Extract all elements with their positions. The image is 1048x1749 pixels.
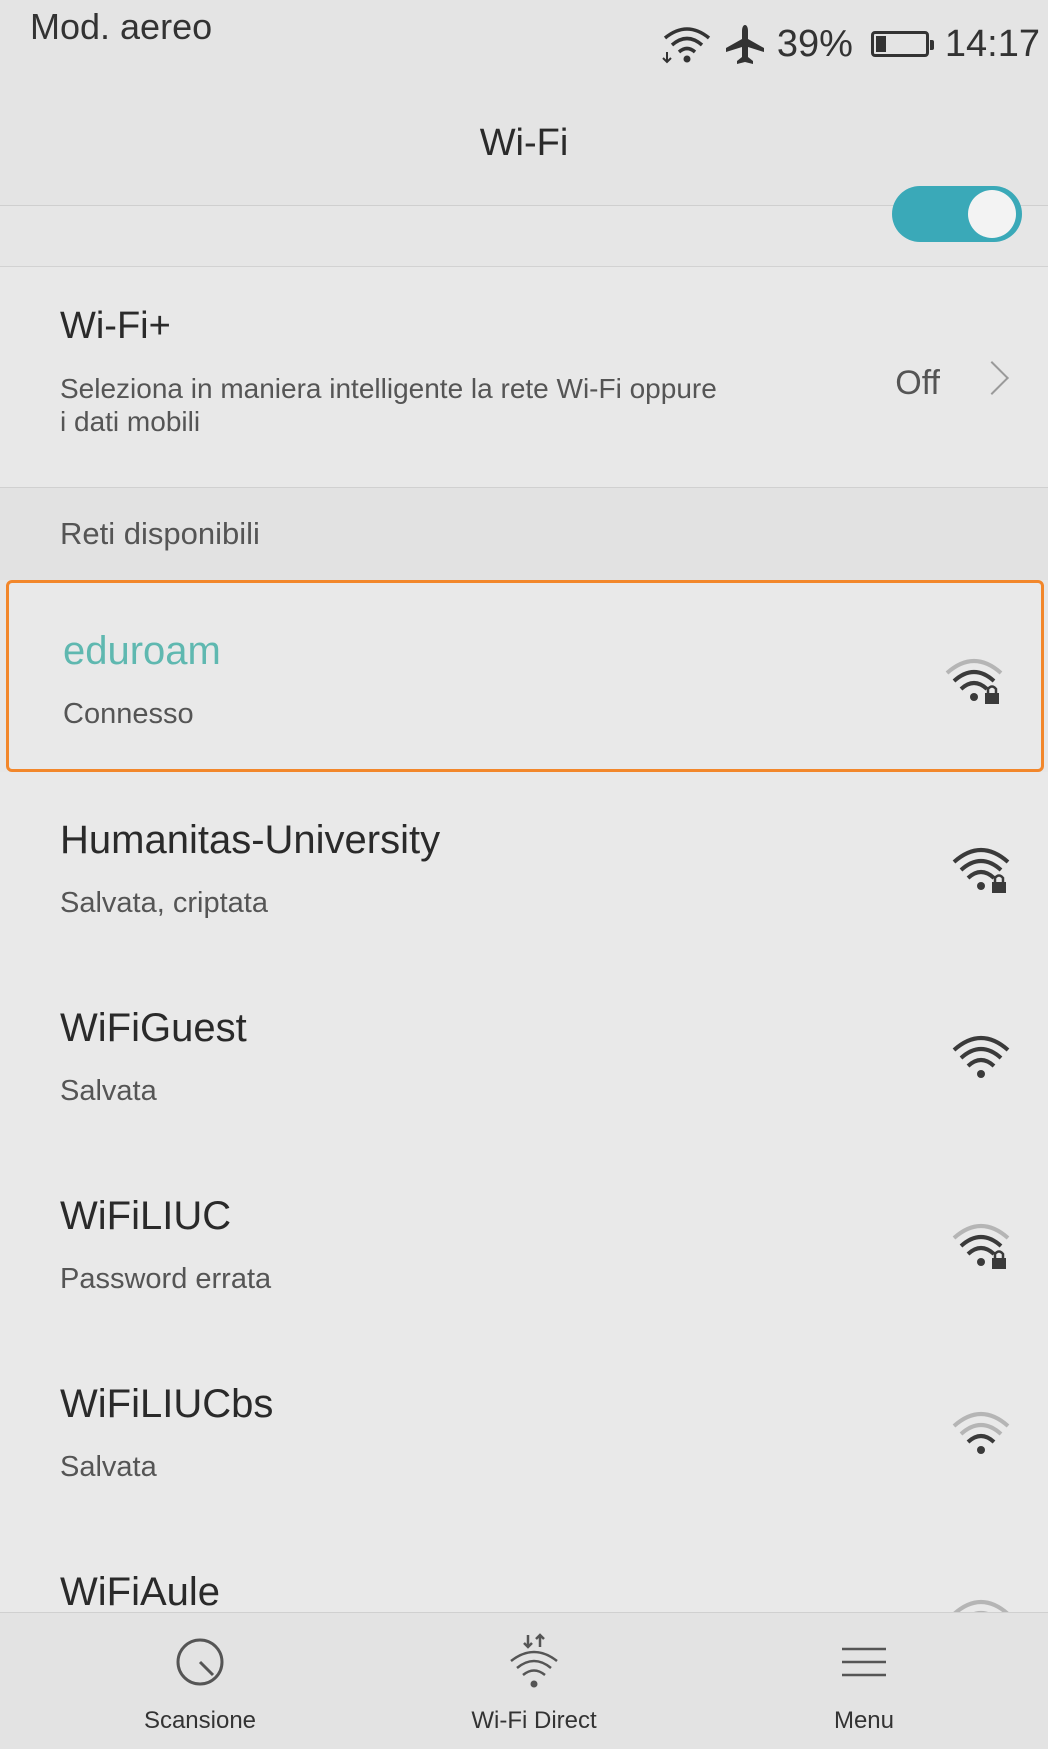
title-bar: Wi-Fi xyxy=(0,90,1048,206)
section-header: Reti disponibili xyxy=(0,488,1048,580)
network-item[interactable]: WiFiLIUC Password errata xyxy=(0,1148,1048,1337)
wifi-toggle[interactable] xyxy=(892,186,1022,242)
network-status: Password errata xyxy=(60,1263,272,1295)
wifi-toggle-row xyxy=(0,186,1048,267)
wifi-plus-description: Seleziona in maniera intelligente la ret… xyxy=(60,373,717,437)
network-name: eduroam xyxy=(63,629,221,673)
scan-label: Scansione xyxy=(143,1707,257,1734)
battery-percent: 39% xyxy=(776,22,853,65)
network-name: Humanitas-University xyxy=(60,818,441,862)
available-networks-label: Reti disponibili xyxy=(60,516,260,551)
bottom-action-bar: Scansione Wi-Fi Direct Menu xyxy=(0,1612,1048,1749)
battery-icon xyxy=(870,31,934,57)
clock: 14:17 xyxy=(944,22,1040,65)
menu-button[interactable]: Menu xyxy=(744,1613,984,1749)
network-item[interactable]: WiFiLIUCbs Salvata xyxy=(0,1336,1048,1525)
wifi-signal-icon xyxy=(952,1036,1010,1078)
network-name: WiFiGuest xyxy=(60,1006,247,1050)
chevron-right-icon xyxy=(975,361,1009,395)
wifi-signal-locked-icon xyxy=(952,848,1010,893)
airplane-icon xyxy=(725,25,764,64)
wifi-signal-locked-icon xyxy=(945,659,1003,704)
wifi-signal-icon xyxy=(952,1412,1010,1454)
network-name: WiFiAule xyxy=(60,1570,221,1614)
network-status: Salvata, criptata xyxy=(60,887,268,919)
scan-button[interactable]: Scansione xyxy=(80,1613,320,1749)
menu-label: Menu xyxy=(833,1707,895,1734)
network-item[interactable]: WiFiGuest Salvata xyxy=(0,960,1048,1149)
wifi-direct-icon xyxy=(510,1633,558,1688)
network-item[interactable]: eduroam Connesso xyxy=(6,580,1044,772)
wifi-plus-row[interactable]: Wi-Fi+ Seleziona in maniera intelligente… xyxy=(0,267,1048,488)
wifi-direct-button[interactable]: Wi-Fi Direct xyxy=(414,1613,654,1749)
network-item[interactable]: Humanitas-University Salvata, criptata xyxy=(0,772,1048,961)
network-status: Salvata xyxy=(60,1451,157,1483)
network-status: Connesso xyxy=(63,698,194,730)
battery-level xyxy=(875,36,886,52)
airplane-mode-label: Mod. aereo xyxy=(30,6,213,47)
menu-icon xyxy=(842,1647,886,1677)
status-icons: 39% 14:17 xyxy=(661,18,1040,70)
scan-icon xyxy=(176,1638,224,1686)
network-name: WiFiLIUC xyxy=(60,1194,232,1238)
wifi-direct-label: Wi-Fi Direct xyxy=(471,1707,597,1734)
wifi-icon xyxy=(662,27,710,64)
wifi-plus-value: Off xyxy=(895,364,940,402)
toggle-knob xyxy=(968,190,1016,238)
wifi-plus-title: Wi-Fi+ xyxy=(60,305,171,347)
status-bar: Mod. aereo 39% 14:17 xyxy=(0,0,1048,90)
network-status: Salvata xyxy=(60,1075,157,1107)
network-name: WiFiLIUCbs xyxy=(60,1382,274,1426)
wifi-signal-locked-icon xyxy=(952,1224,1010,1269)
page-title: Wi-Fi xyxy=(479,122,569,164)
